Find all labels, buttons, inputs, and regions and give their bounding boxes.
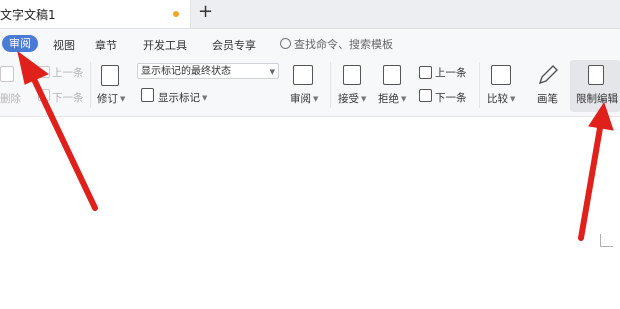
- lock-document-icon: [588, 65, 604, 85]
- show-markup-icon: [141, 88, 154, 102]
- next-change-icon: [419, 89, 432, 102]
- reject-icon: [383, 65, 401, 85]
- unsaved-dot-icon: [173, 11, 179, 17]
- search-placeholder: 查找命令、搜索模板: [294, 38, 393, 51]
- new-tab-button[interactable]: +: [198, 2, 213, 22]
- next-change-button[interactable]: 下一条: [435, 90, 467, 105]
- ribbon-divider: [90, 62, 91, 108]
- accept-label: 接受: [338, 93, 359, 105]
- compare-button[interactable]: 比较 ▼: [487, 91, 515, 106]
- ink-button[interactable]: 画笔: [537, 91, 558, 106]
- compare-icon: [491, 65, 511, 85]
- show-markup-button[interactable]: 显示标记 ▼: [158, 90, 207, 105]
- prev-comment-icon: [38, 66, 50, 78]
- tab-bar: 文字文稿1 +: [0, 0, 620, 29]
- markup-state-select[interactable]: 显示标记的最终状态 ▼: [137, 63, 279, 79]
- markup-state-value: 显示标记的最终状态: [141, 66, 231, 77]
- pen-icon: [538, 65, 558, 85]
- ribbon-divider: [330, 62, 331, 108]
- next-comment-button[interactable]: 下一条: [52, 90, 84, 105]
- document-title: 文字文稿1: [0, 8, 56, 22]
- document-canvas[interactable]: [0, 117, 620, 309]
- document-tab[interactable]: 文字文稿1: [0, 0, 191, 28]
- menu-item-review[interactable]: 审阅: [2, 35, 38, 52]
- prev-comment-button[interactable]: 上一条: [52, 65, 84, 80]
- track-changes-label: 修订: [97, 93, 118, 105]
- review-pane-button[interactable]: 审阅 ▼: [290, 91, 318, 106]
- delete-comment-icon: [0, 66, 14, 82]
- menu-item-view[interactable]: 视图: [53, 37, 75, 53]
- accept-icon: [343, 65, 361, 85]
- accept-button[interactable]: 接受 ▼: [338, 91, 366, 106]
- review-pane-label: 审阅: [290, 93, 311, 105]
- show-markup-label: 显示标记: [158, 92, 200, 104]
- prev-change-icon: [419, 66, 432, 79]
- page-margin-mark: [600, 234, 613, 247]
- track-changes-button[interactable]: 修订 ▼: [97, 91, 125, 106]
- ribbon-divider: [479, 62, 480, 108]
- menu-item-vip[interactable]: 会员专享: [212, 37, 256, 53]
- menu-item-devtools[interactable]: 开发工具: [143, 37, 187, 53]
- search-icon: [280, 38, 291, 49]
- delete-button[interactable]: 删除: [0, 91, 21, 106]
- reject-button[interactable]: 拒绝 ▼: [378, 91, 406, 106]
- menu-item-section[interactable]: 章节: [95, 37, 117, 53]
- reject-label: 拒绝: [378, 93, 399, 105]
- compare-label: 比较: [487, 93, 508, 105]
- chevron-down-icon: ▼: [269, 68, 275, 76]
- track-changes-icon: [101, 65, 119, 86]
- restrict-editing-label: 限制编辑: [576, 93, 618, 105]
- command-search[interactable]: 查找命令、搜索模板: [280, 36, 393, 52]
- prev-change-button[interactable]: 上一条: [435, 65, 467, 80]
- review-pane-icon: [293, 65, 313, 85]
- next-comment-icon: [38, 89, 50, 101]
